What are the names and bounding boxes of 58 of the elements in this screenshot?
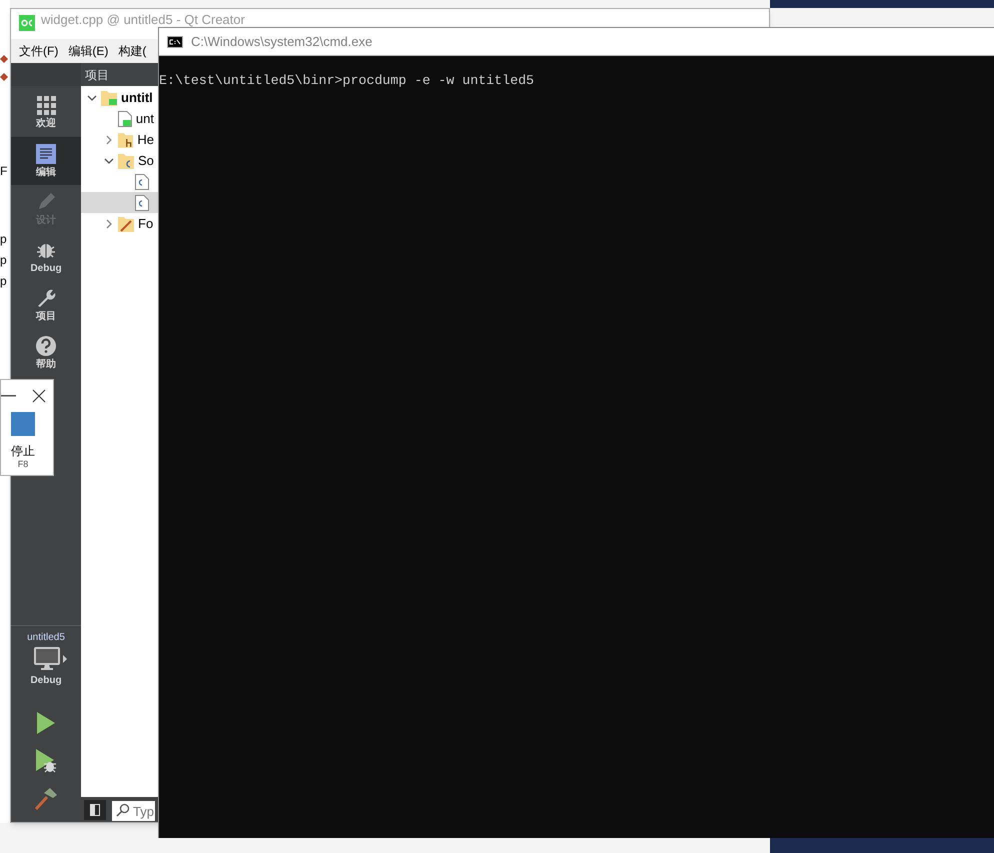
text-fragment: p [0,253,7,268]
mode-button[interactable]: 欢迎 [11,89,81,137]
console-icon [167,36,183,48]
chevron-down-icon [104,156,114,166]
folder-icon [118,132,134,148]
search-field[interactable]: Typ [112,801,155,821]
hammer-icon [34,787,58,811]
monitor-icon [34,647,60,671]
wrench-icon [36,288,56,308]
tree-item[interactable]: So [81,150,158,171]
menu-item[interactable]: 文件(F) [14,42,64,60]
tree-item[interactable] [81,192,158,213]
window-title: widget.cpp @ untitled5 - Qt Creator [41,12,245,27]
text-fragment: F [0,164,8,179]
chevron-down-icon [87,92,97,102]
mode-button[interactable]: Debug [11,233,81,281]
close-icon [32,389,46,403]
document-icon [36,144,56,164]
chevron-right-icon [104,218,114,228]
tree-item[interactable]: unt [81,108,158,129]
tree-item[interactable]: untitl [81,87,158,108]
folder-icon [101,90,117,106]
search-icon [116,802,130,816]
file-icon [135,194,149,210]
stop-icon [11,412,35,436]
text-fragment: p [0,274,7,289]
chevron-right-icon [104,134,114,144]
console-line: E:\test\untitled5\binr>procdump -e -w untitled5 [159,73,536,89]
text-fragment: p [0,232,7,247]
folder-icon [118,152,134,168]
caret-icon [62,655,66,663]
file-icon [135,174,149,190]
file-icon [118,110,132,126]
pencil-icon [36,192,56,212]
diamond-icon [0,73,8,81]
mode-button[interactable]: 编辑 [11,137,81,185]
play-bug-icon [36,749,56,773]
menu-item[interactable]: 编辑(E) [63,42,114,60]
help-icon [36,336,56,356]
panel-icon [90,804,100,816]
logo-mark-icon [21,19,33,27]
kit-selector[interactable] [34,647,66,671]
tree-item[interactable]: Fo [81,213,158,234]
pane-title: 项目 [85,66,109,84]
minimize-icon [1,395,16,397]
mode-button[interactable]: 帮助 [11,329,81,377]
sidebar-toggle-button[interactable] [84,800,106,820]
project-name: untitled5 [27,631,65,645]
build-config: Debug [30,674,62,688]
play-icon [37,712,55,734]
stop-button[interactable]: 停止 F8 [11,412,35,469]
mode-button[interactable]: 项目 [11,281,81,329]
grid-icon [36,96,56,115]
menu-item[interactable]: 构建( [113,42,152,60]
window-title: C:\Windows\system32\cmd.exe [191,32,372,51]
tree-item[interactable]: He [81,129,158,150]
diamond-icon [0,55,8,63]
folder-icon [118,216,134,232]
